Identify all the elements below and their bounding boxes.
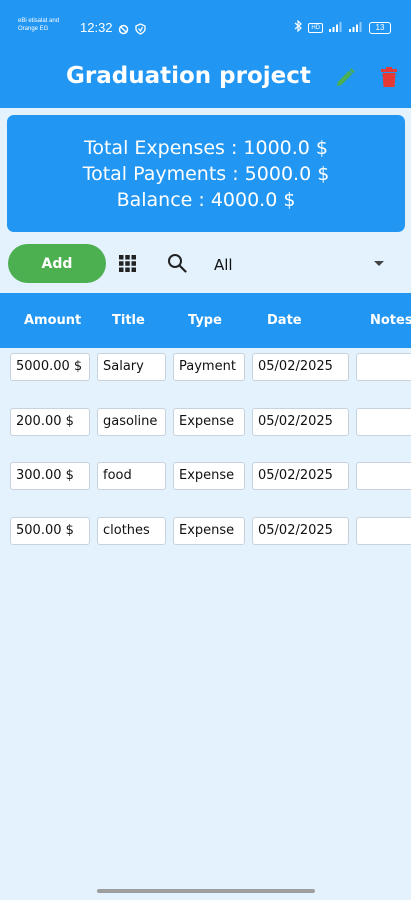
date-cell[interactable]: 05/02/2025 (252, 353, 349, 381)
carrier-info: eBi etisalat and Orange EG (18, 17, 59, 33)
type-cell[interactable]: Expense (173, 408, 245, 436)
vpn-shield-icon (135, 20, 146, 39)
filter-selected-value: All (214, 256, 233, 274)
balance-text: Balance : 4000.0 $ (116, 188, 296, 211)
page-title: Graduation project (66, 63, 311, 89)
search-icon (168, 254, 187, 273)
column-header-type: Type (188, 313, 222, 328)
carrier-line-1: eBi etisalat and (18, 18, 60, 24)
filter-dropdown[interactable]: All (212, 250, 392, 278)
grid-icon (118, 254, 136, 272)
signal-icon-2 (349, 21, 363, 35)
column-header-notes: Notes (370, 313, 411, 328)
dropdown-arrow-icon (372, 256, 386, 270)
date-cell[interactable]: 05/02/2025 (252, 517, 349, 545)
type-cell[interactable]: Expense (173, 517, 245, 545)
table-row[interactable]: 5000.00 $ Salary Payment 05/02/2025 (0, 353, 411, 383)
summary-card: Total Expenses : 1000.0 $ Total Payments… (7, 115, 405, 232)
search-button[interactable] (166, 252, 188, 274)
title-cell[interactable]: gasoline (97, 408, 166, 436)
status-bar: eBi etisalat and Orange EG 12:32 HD 13 (0, 0, 411, 46)
notes-cell[interactable] (356, 408, 411, 436)
battery-icon: 13 (369, 21, 391, 34)
delete-button[interactable] (376, 64, 402, 90)
bluetooth-icon (294, 19, 303, 35)
notes-cell[interactable] (356, 462, 411, 490)
column-header-title: Title (112, 313, 145, 328)
table-row[interactable]: 200.00 $ gasoline Expense 05/02/2025 (0, 408, 411, 438)
total-payments-text: Total Payments : 5000.0 $ (82, 162, 330, 185)
table-row[interactable]: 300.00 $ food Expense 05/02/2025 (0, 462, 411, 492)
status-system-icons: HD 13 (294, 19, 391, 35)
notes-cell[interactable] (356, 353, 411, 381)
title-cell[interactable]: Salary (97, 353, 166, 381)
app-bar: Graduation project (0, 46, 411, 108)
status-notification-icons (118, 20, 146, 39)
carrier-line-2: Orange EG (18, 26, 49, 32)
title-cell[interactable]: clothes (97, 517, 166, 545)
date-cell[interactable]: 05/02/2025 (252, 462, 349, 490)
home-indicator[interactable] (97, 889, 315, 893)
edit-button[interactable] (332, 65, 358, 91)
column-header-date: Date (267, 313, 302, 328)
type-cell[interactable]: Payment (173, 353, 245, 381)
type-cell[interactable]: Expense (173, 462, 245, 490)
title-cell[interactable]: food (97, 462, 166, 490)
notes-cell[interactable] (356, 517, 411, 545)
amount-cell[interactable]: 5000.00 $ (10, 353, 90, 381)
network-badge: HD (308, 22, 323, 33)
grid-view-button[interactable] (117, 253, 137, 273)
table-row[interactable]: 500.00 $ clothes Expense 05/02/2025 (0, 517, 411, 547)
table-header: Amount Title Type Date Notes (0, 293, 411, 348)
status-time: 12:32 (80, 20, 113, 35)
signal-icon-1 (329, 21, 343, 35)
total-expenses-text: Total Expenses : 1000.0 $ (83, 136, 329, 159)
amount-cell[interactable]: 300.00 $ (10, 462, 90, 490)
add-button[interactable]: Add (8, 244, 106, 283)
pencil-icon (337, 68, 355, 86)
amount-cell[interactable]: 200.00 $ (10, 408, 90, 436)
trash-icon (381, 67, 397, 87)
notification-app-icon (118, 20, 129, 39)
column-header-amount: Amount (24, 313, 82, 328)
amount-cell[interactable]: 500.00 $ (10, 517, 90, 545)
date-cell[interactable]: 05/02/2025 (252, 408, 349, 436)
